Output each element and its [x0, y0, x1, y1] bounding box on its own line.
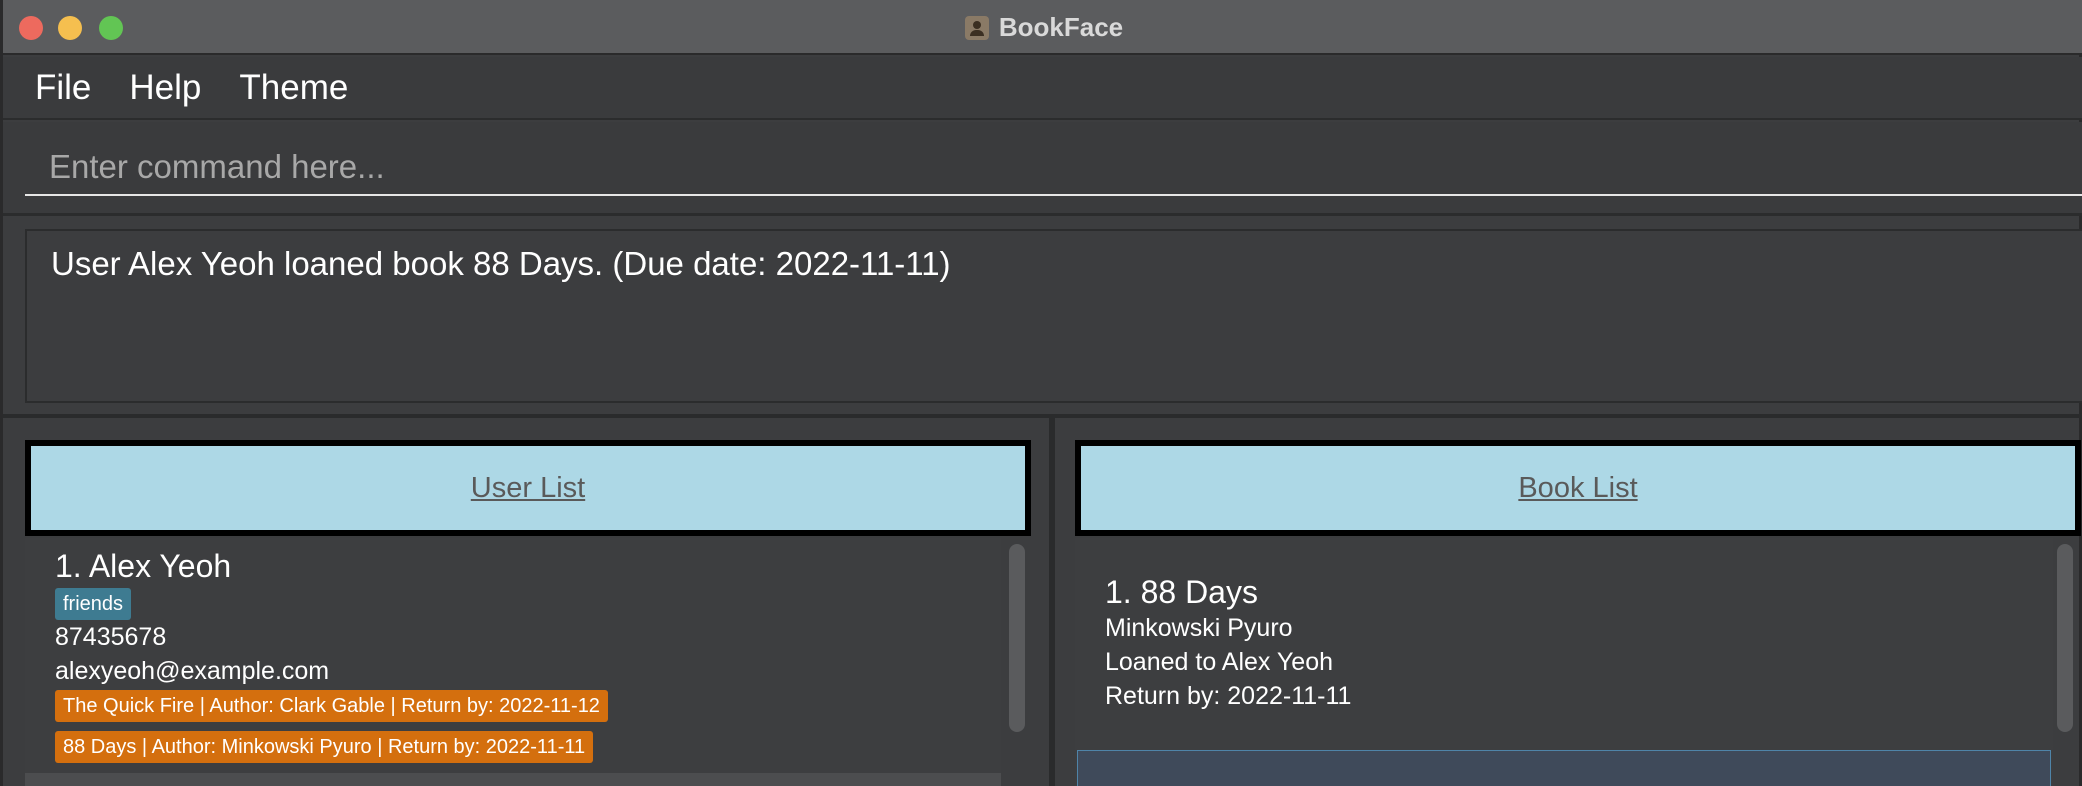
result-display: User Alex Yeoh loaned book 88 Days. (Due… — [25, 229, 2082, 403]
menu-file[interactable]: File — [35, 68, 91, 108]
list-item[interactable] — [1077, 750, 2051, 786]
command-box — [3, 122, 2082, 216]
book-list-header[interactable]: Book List — [1075, 440, 2081, 536]
book-list: 1. 88 Days Minkowski Pyuro Loaned to Ale… — [1075, 538, 2053, 786]
user-email: alexyeoh@example.com — [55, 657, 330, 685]
user-tag-friends: friends — [55, 588, 132, 620]
horizontal-divider — [3, 414, 2082, 418]
book-list-scrollbar[interactable] — [2055, 544, 2075, 786]
window-title: BookFace — [998, 12, 1124, 42]
user-list: 1. Alex Yeoh friends 87435678 alexyeoh@e… — [25, 538, 1001, 786]
book-list-title: Book List — [1518, 471, 1638, 504]
user-list-title: User List — [470, 471, 586, 504]
menu-theme[interactable]: Theme — [239, 68, 348, 108]
title-wrap: BookFace — [3, 0, 2082, 55]
user-name: 1. Alex Yeoh — [55, 548, 232, 584]
menu-help[interactable]: Help — [129, 68, 201, 108]
book-author: Minkowski Pyuro — [1105, 614, 1293, 642]
list-item[interactable] — [25, 773, 1001, 786]
title-bar: BookFace — [3, 0, 2082, 55]
user-list-header[interactable]: User List — [25, 440, 1031, 536]
book-loaned-to: Loaned to Alex Yeoh — [1105, 648, 1334, 676]
loan-tag: The Quick Fire | Author: Clark Gable | R… — [55, 690, 608, 722]
book-list-scroll-thumb[interactable] — [2057, 544, 2073, 732]
user-phone: 87435678 — [55, 623, 167, 651]
user-list-scroll-thumb[interactable] — [1009, 544, 1025, 732]
user-list-scrollbar[interactable] — [1007, 544, 1027, 786]
result-message: User Alex Yeoh loaned book 88 Days. (Due… — [51, 245, 951, 282]
loan-tag: 88 Days | Author: Minkowski Pyuro | Retu… — [55, 731, 594, 763]
menu-bar: File Help Theme — [3, 57, 2082, 120]
app-icon — [964, 15, 989, 40]
command-input[interactable] — [25, 140, 2082, 196]
book-return-date: Return by: 2022-11-11 — [1105, 682, 1352, 710]
split-pane-divider[interactable] — [1049, 418, 1055, 786]
book-title: 1. 88 Days — [1105, 574, 1258, 610]
app-window: BookFace File Help Theme User Alex Yeoh … — [0, 0, 2082, 786]
